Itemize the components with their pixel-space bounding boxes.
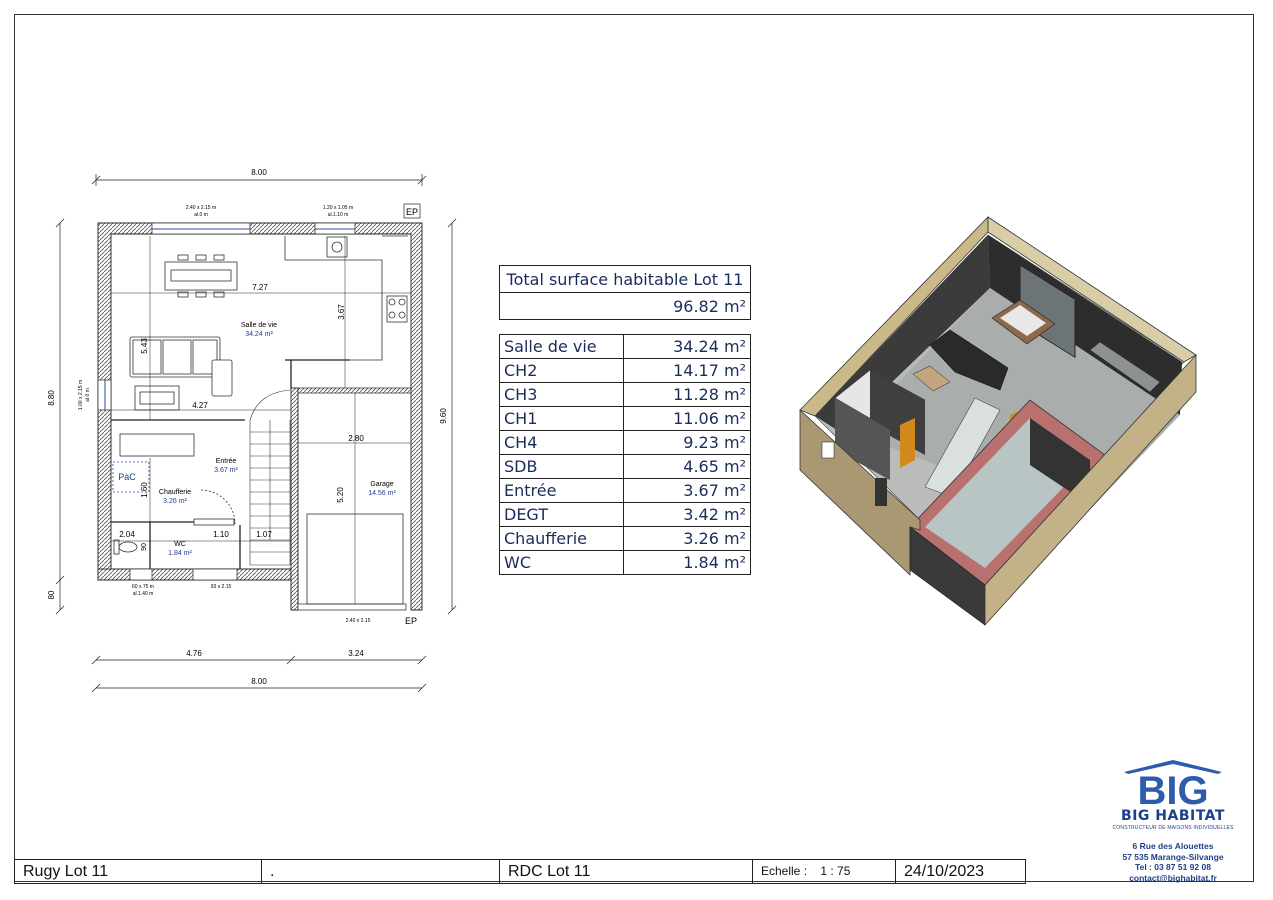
pac-label: PàC	[118, 472, 136, 482]
email-line: contact@bighabitat.fr	[1129, 872, 1217, 883]
room-area: 14.17 m²	[623, 358, 751, 383]
footer-scale-label: Echelle :	[761, 864, 808, 878]
window-left-sill: al.0 m	[85, 388, 91, 402]
title-block: Rugy Lot 11 . RDC Lot 11 Echelle : 1 : 7…	[14, 859, 1026, 884]
dim-160: 1.60	[140, 482, 149, 498]
table-row: CH4 9.23 m²	[499, 430, 751, 455]
room-area: 3.26 m²	[623, 526, 751, 551]
brand-block: BIG HABITAT CONSTRUCTEUR DE MAISONS INDI…	[1108, 808, 1238, 831]
footer-blank: .	[262, 860, 500, 883]
dim-top-overall-label: 8.00	[251, 168, 267, 177]
room-name: Chaufferie	[499, 526, 624, 551]
door-bottom-size: 93 x 2.15	[211, 584, 232, 590]
total-surface-title: Total surface habitable Lot 11	[499, 265, 751, 293]
window-bottom-left-sill: al.1.40 m	[133, 591, 154, 597]
dim-107: 1.07	[256, 530, 272, 539]
footer-date: 24/10/2023	[904, 863, 985, 880]
room-name: CH3	[499, 382, 624, 407]
table-row: CH3 11.28 m²	[499, 382, 751, 407]
dim-324: 3.24	[348, 649, 364, 658]
dim-476: 4.76	[186, 649, 202, 658]
table-row: WC 1.84 m²	[499, 550, 751, 575]
room-area: 1.84 m²	[623, 550, 751, 575]
table-row: Entrée 3.67 m²	[499, 478, 751, 503]
dining-table	[164, 254, 238, 298]
garage-door-size: 2.40 x 2.15	[346, 618, 371, 624]
room-name: DEGT	[499, 502, 624, 527]
table-row: Salle de vie 34.24 m²	[499, 334, 751, 359]
table-row: CH2 14.17 m²	[499, 358, 751, 383]
kitchen-counter	[284, 235, 408, 361]
room-area: 3.67 m²	[623, 478, 751, 503]
room-wc-name: WC	[174, 541, 186, 548]
dim-110: 1.10	[213, 530, 229, 539]
dim-427: 4.27	[192, 401, 208, 410]
room-salle-area: 34.24 m²	[245, 331, 273, 338]
room-surfaces-table: Salle de vie 34.24 m² CH2 14.17 m² CH3 11.2…	[499, 334, 751, 575]
dim-204: 2.04	[119, 530, 135, 539]
brand-address: 6 Rue des Alouettes 57 535 Marange-Silva…	[1100, 841, 1246, 883]
window-bottom-left-size: 60 x 75 m	[132, 584, 154, 590]
dim-367: 3.67	[337, 304, 346, 320]
table-row: DEGT 3.42 m²	[499, 502, 751, 527]
total-surface-table: Total surface habitable Lot 11 96.82 m²	[499, 265, 751, 320]
window-top-right-size: 1.20 x 1.05 m	[323, 205, 353, 211]
brand-name: BIG HABITAT	[1121, 808, 1225, 824]
window-top-right-sill: al.1.10 m	[328, 212, 349, 218]
room-area: 11.28 m²	[623, 382, 751, 407]
room-wc-area: 1.84 m²	[168, 550, 192, 557]
room-name: Salle de vie	[499, 334, 624, 359]
phone-line: Tel : 03 87 51 92 08	[1135, 862, 1211, 872]
room-entree-name: Entrée	[216, 458, 237, 465]
dim-height-right: 9.60	[439, 408, 448, 424]
window-left-size: 1.00 x 2.15 m	[78, 380, 84, 410]
address-line-2: 57 535 Marange-Silvange	[1122, 851, 1224, 862]
ep-bottom-label: EP	[405, 616, 417, 626]
footer-project: Rugy Lot 11	[15, 860, 262, 883]
window-top-left-size: 2.40 x 2.15 m	[186, 205, 216, 211]
footer-level: RDC Lot 11	[500, 860, 753, 883]
dim-vertical-outer	[55, 218, 457, 615]
footer-scale: Echelle : 1 : 75	[753, 860, 896, 883]
window-top-left-sill: al.0 m	[194, 212, 208, 218]
ep-top-label: EP	[406, 207, 418, 217]
room-area: 9.23 m²	[623, 430, 751, 455]
room-name: CH2	[499, 358, 624, 383]
dim-height-left: 8.80	[47, 390, 56, 406]
dim-bottom-overall: 8.00	[251, 677, 267, 686]
room-name: SDB	[499, 454, 624, 479]
dim-543: 5.43	[140, 338, 149, 354]
room-name: CH4	[499, 430, 624, 455]
brand-logo: BIG	[1124, 760, 1222, 808]
dim-90: 90	[141, 543, 148, 551]
wc-fixtures	[113, 539, 138, 555]
room-name: Entrée	[499, 478, 624, 503]
logo-big-text: BIG	[1137, 769, 1208, 808]
room-chauff-area: 3.26 m²	[163, 498, 187, 505]
footer-scale-value: 1 : 75	[820, 864, 851, 878]
dim-height-bottom-left: 80	[47, 590, 56, 599]
room-area: 34.24 m²	[623, 334, 751, 359]
dim-727: 7.27	[252, 283, 268, 292]
room-name: CH1	[499, 406, 624, 431]
room-area: 4.65 m²	[623, 454, 751, 479]
room-garage-name: Garage	[370, 481, 393, 488]
room-garage-area: 14.56 m²	[368, 490, 396, 497]
address-line-1: 6 Rue des Alouettes	[1132, 841, 1214, 851]
room-salle-name: Salle de vie	[241, 322, 277, 329]
dim-bottom-chains	[91, 655, 427, 693]
room-area: 3.42 m²	[623, 502, 751, 527]
room-chauff-name: Chaufferie	[159, 489, 191, 496]
room-name: WC	[499, 550, 624, 575]
dim-280: 2.80	[348, 434, 364, 443]
table-row: CH1 11.06 m²	[499, 406, 751, 431]
brand-tagline: CONSTRUCTEUR DE MAISONS INDIVIDUELLES	[1112, 825, 1234, 831]
room-area: 11.06 m²	[623, 406, 751, 431]
dim-520: 5.20	[336, 487, 345, 503]
total-surface-value: 96.82 m²	[499, 292, 751, 320]
table-row: Chaufferie 3.26 m²	[499, 526, 751, 551]
table-row: SDB 4.65 m²	[499, 454, 751, 479]
room-entree-area: 3.67 m²	[214, 467, 238, 474]
